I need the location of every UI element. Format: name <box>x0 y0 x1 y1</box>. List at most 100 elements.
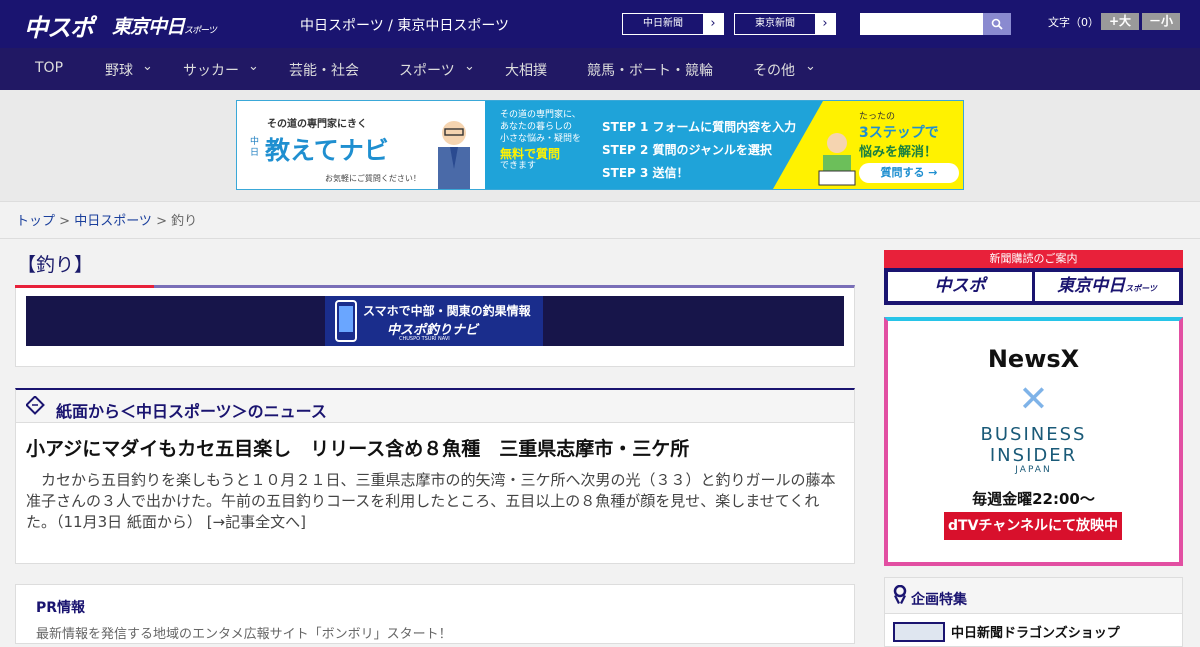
nav-item-sports[interactable]: スポーツ ⌄ <box>399 59 479 80</box>
ad-right-small: たったの <box>859 112 896 122</box>
category-accent <box>15 285 154 288</box>
subscribe-tokyo-button[interactable]: 東京中日スポーツ <box>1035 272 1179 301</box>
smartphone-icon <box>335 300 357 342</box>
business-insider-line1: BUSINESS <box>980 424 1087 445</box>
chuspo-logo[interactable]: 中スポ <box>24 8 94 43</box>
tokyo-logo-text: 東京中日 <box>112 16 185 38</box>
nav-item-label: その他 <box>753 63 795 79</box>
article-body: カセから五目釣りを楽しもうと１０月２１日、三重県志摩市の的矢湾・三ケ所へ次男の光… <box>26 470 844 533</box>
search-button[interactable] <box>983 13 1011 35</box>
chunichi-shimbun-button[interactable]: 中日新聞 › <box>622 13 724 35</box>
breadcrumb: トップ > 中日スポーツ > 釣り <box>16 210 197 229</box>
chunichi-shimbun-label: 中日新聞 <box>643 18 683 29</box>
pr-section: PR情報 最新情報を発信する地域のエンタメ広報サイト「ボンボリ」スタート！ <box>15 584 855 644</box>
font-bigger-button[interactable]: +大 <box>1101 13 1139 30</box>
chevron-down-icon: ⌄ <box>464 59 475 74</box>
site-links[interactable]: 中日スポーツ / 東京中日スポーツ <box>300 15 509 35</box>
broadcast-schedule: 毎週金曜22:00〜 <box>972 490 1095 508</box>
nav-item-soccer[interactable]: サッカー ⌄ <box>183 59 263 80</box>
feature-header: 企画特集 <box>885 578 1182 614</box>
ad-brand: 教えてナビ <box>265 136 389 165</box>
ad-step: STEP 3 送信！ <box>602 166 689 180</box>
navi-line3: CHUSPO TSURI NAVI <box>399 336 450 342</box>
nav-item-other[interactable]: その他 ⌄ <box>753 59 818 80</box>
oshiete-navi-ad[interactable]: その道の専門家にきく 中日 教えてナビ お気軽にご質問ください！ その道の専門家… <box>236 100 964 190</box>
ad-step: STEP 1 フォームに質問内容を入力 <box>602 120 797 134</box>
ad-brand-small: 中日 <box>250 137 260 158</box>
ad-step: STEP 2 質問のジャンルを選択 <box>602 143 772 157</box>
news-header: 紙面から＜中日スポーツ＞のニュース <box>16 390 854 423</box>
chevron-down-icon: ⌄ <box>142 59 153 74</box>
page-title: 【釣り】 <box>17 254 94 276</box>
pr-link[interactable]: 最新情報を発信する地域のエンタメ広報サイト「ボンボリ」スタート！ <box>36 623 452 642</box>
tokyo-logo-small: スポーツ <box>184 26 217 36</box>
ad-mid-free: 無料で質問 <box>500 147 561 161</box>
font-size-label: 文字（0） <box>1048 16 1099 29</box>
tokyo-chunichi-logo[interactable]: 東京中日スポーツ <box>112 12 217 39</box>
feature-item-link[interactable]: 中日新聞ドラゴンズショップ <box>951 622 1120 641</box>
business-insider-line2: INSIDER <box>989 445 1078 466</box>
sub-btn2-small: スポーツ <box>1125 284 1157 293</box>
read-more-link[interactable]: [→記事全文へ] <box>207 513 306 531</box>
ad-mid-line: あなたの暮らしの <box>500 122 573 132</box>
business-insider-line3: JAPAN <box>1015 465 1052 475</box>
divider <box>0 238 1200 239</box>
ad-question-button[interactable]: 質問する → <box>859 163 959 183</box>
newspaper-icon <box>25 395 46 416</box>
breadcrumb-sep: > <box>59 214 75 229</box>
newsx-logo: NewsX <box>987 345 1080 373</box>
article-title[interactable]: 小アジにマダイもカセ五目楽し リリース含め８魚種 三重県志摩市・三ケ所 <box>26 434 689 461</box>
tsuri-navi-inner: スマホで中部・関東の釣果情報 中スポ釣りナビ CHUSPO TSURI NAVI <box>325 296 543 346</box>
nav-item-label: TOP <box>35 60 64 76</box>
ad-mid-text: その道の専門家に、 あなたの暮らしの 小さな悩み・疑問を 無料で質問 できます <box>500 109 581 172</box>
subscription-header: 新聞購読のご案内 <box>884 250 1183 268</box>
feature-box: 企画特集 中日新聞ドラゴンズショップ <box>884 577 1183 647</box>
news-section: 紙面から＜中日スポーツ＞のニュース 小アジにマダイもカセ五目楽し リリース含め８… <box>15 388 855 564</box>
top-header: 中スポ 東京中日スポーツ 中日スポーツ / 東京中日スポーツ 中日新聞 › 東京… <box>0 0 1200 48</box>
consultant-illustration <box>438 121 470 189</box>
cross-icon: ✕ <box>1018 379 1049 420</box>
feature-thumbnail[interactable] <box>893 622 945 642</box>
tokyo-shimbun-label: 東京新聞 <box>755 18 795 29</box>
breadcrumb-home[interactable]: トップ <box>16 214 55 229</box>
nav-item-label: 大相撲 <box>505 63 547 79</box>
dtv-channel-button[interactable]: dTVチャンネルにて放映中 <box>944 512 1122 540</box>
ad-tagline: その道の専門家にきく <box>267 119 367 130</box>
search-input[interactable] <box>860 13 983 35</box>
search-icon <box>991 18 1003 30</box>
ad-steps: STEP 1 フォームに質問内容を入力 STEP 2 質問のジャンルを選択 ST… <box>602 116 796 185</box>
ad-note: お気軽にご質問ください！ <box>325 174 421 183</box>
subscription-box: 新聞購読のご案内 中スポ 東京中日スポーツ <box>884 250 1183 305</box>
main-nav: TOP 野球 ⌄ サッカー ⌄ 芸能・社会 スポーツ ⌄ 大相撲 競馬・ボート・競輪 … <box>0 48 1200 90</box>
ad-mid-line: 小さな悩み・疑問を <box>500 134 582 144</box>
ad-left-panel: その道の専門家にきく 中日 教えてナビ お気軽にご質問ください！ <box>237 101 485 189</box>
nav-item-sumo[interactable]: 大相撲 <box>505 60 547 80</box>
chevron-down-icon: ⌄ <box>805 59 816 74</box>
nav-item-label: サッカー <box>183 63 239 79</box>
breadcrumb-current: 釣り <box>171 214 198 229</box>
newsx-ad[interactable]: NewsX ✕ BUSINESS INSIDER JAPAN 毎週金曜22:00… <box>884 317 1183 566</box>
nav-item-label: 競馬・ボート・競輪 <box>587 63 713 79</box>
ad-mid-line: その道の専門家に、 <box>500 110 581 120</box>
nav-item-baseball[interactable]: 野球 ⌄ <box>105 59 155 80</box>
article-text: カセから五目釣りを楽しもうと１０月２１日、三重県志摩市の的矢湾・三ケ所へ次男の光… <box>26 471 836 531</box>
font-smaller-button[interactable]: －小 <box>1142 13 1180 30</box>
news-section-title: 紙面から＜中日スポーツ＞のニュース <box>56 402 327 421</box>
breadcrumb-section[interactable]: 中日スポーツ <box>74 214 152 229</box>
subscribe-chuspo-button[interactable]: 中スポ <box>888 272 1032 301</box>
chevron-right-icon: › <box>815 14 835 34</box>
pr-title: PR情報 <box>36 600 86 616</box>
category-box: スマホで中部・関東の釣果情報 中スポ釣りナビ CHUSPO TSURI NAVI <box>15 285 855 367</box>
chevron-right-icon: › <box>703 14 723 34</box>
feature-title: 企画特集 <box>911 592 967 608</box>
tsuri-navi-banner[interactable]: スマホで中部・関東の釣果情報 中スポ釣りナビ CHUSPO TSURI NAVI <box>26 296 844 346</box>
tokyo-shimbun-button[interactable]: 東京新聞 › <box>734 13 836 35</box>
nav-item-racing[interactable]: 競馬・ボート・競輪 <box>587 60 713 80</box>
ribbon-icon <box>893 584 907 609</box>
navi-line1: スマホで中部・関東の釣果情報 <box>363 304 531 318</box>
chevron-down-icon: ⌄ <box>248 59 259 74</box>
nav-item-top[interactable]: TOP <box>35 60 63 76</box>
ad-mid-line: できます <box>500 161 537 171</box>
ad-right-big: 3ステップで <box>859 125 939 141</box>
nav-item-entertainment[interactable]: 芸能・社会 <box>289 60 359 80</box>
